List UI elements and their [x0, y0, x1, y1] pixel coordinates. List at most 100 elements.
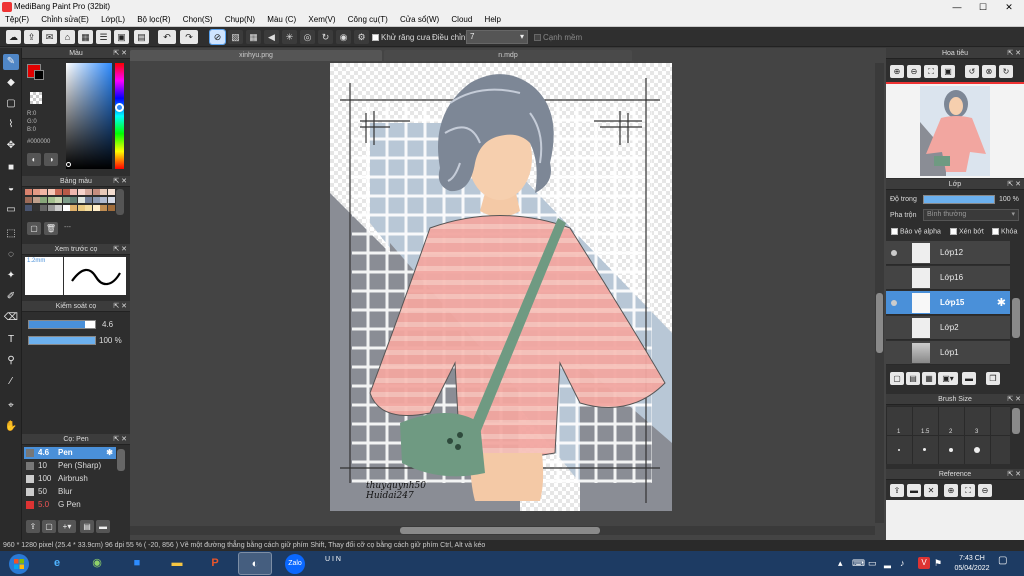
zoom-app-icon[interactable]: ■	[122, 552, 152, 575]
palette-swatch[interactable]	[107, 189, 115, 195]
operation-tool-icon[interactable]: ⁄	[3, 374, 19, 390]
drawing-canvas[interactable]: thuyquynh50 Huidai247	[330, 63, 672, 511]
layer-item-lop1[interactable]: Lớp1	[886, 341, 1010, 365]
panel-close-icon[interactable]: ⇱ ✕	[1007, 394, 1021, 405]
palette-swatch[interactable]	[70, 189, 77, 195]
zalo-icon[interactable]: Zalo	[280, 552, 310, 575]
clipping-checkbox[interactable]: Xén bớt	[950, 228, 984, 235]
blend-mode-select[interactable]: Bình thường ▾	[923, 209, 1019, 221]
palette-swatch[interactable]	[32, 205, 40, 211]
brush-size-dot[interactable]	[974, 447, 980, 453]
layer-item-lop15[interactable]: Lớp15 ✱	[886, 291, 1010, 315]
network-icon[interactable]: ▂	[884, 558, 891, 569]
transparent-color-icon[interactable]	[30, 92, 42, 104]
menu-help[interactable]: Help	[480, 14, 506, 25]
palette-swatch[interactable]	[55, 205, 62, 211]
palette-swatch[interactable]	[32, 189, 40, 195]
antialias-checkbox[interactable]: Khử răng cưa	[372, 33, 430, 42]
curve-snap-icon[interactable]: ↻	[318, 30, 333, 44]
palette-swatch[interactable]	[40, 197, 47, 203]
brush-opacity-slider[interactable]	[28, 336, 96, 345]
palette-swatch[interactable]	[40, 189, 47, 195]
notification-icon[interactable]: ▢	[998, 555, 1007, 566]
palette-swatch[interactable]	[100, 189, 107, 195]
palette-swatch[interactable]	[47, 189, 55, 195]
comment-icon[interactable]: ✉	[42, 30, 57, 44]
rotate-left-icon[interactable]: ↺	[965, 65, 979, 78]
lock-checkbox[interactable]: Khóa	[992, 228, 1017, 235]
radial-snap-icon[interactable]: ✳	[282, 30, 297, 44]
snap-off-icon[interactable]: ⊘	[209, 29, 226, 45]
internet-explorer-icon[interactable]: e	[42, 552, 72, 575]
brush-upload-icon[interactable]: ⇪	[26, 520, 40, 533]
vanish-snap-icon[interactable]: ◀	[264, 30, 279, 44]
layer-list-scrollbar[interactable]	[1012, 298, 1020, 338]
tab-xinhyu[interactable]: xinhyu.png	[130, 50, 382, 61]
start-button[interactable]	[4, 552, 34, 575]
grid-snap-icon[interactable]: ▦	[246, 30, 261, 44]
tray-overflow-icon[interactable]: ▴	[838, 558, 843, 569]
soft-edge-checkbox[interactable]: Cạnh mềm	[534, 33, 582, 42]
brush-item-pen-sharp[interactable]: 10 Pen (Sharp)	[24, 460, 116, 472]
hue-handle[interactable]	[115, 103, 124, 112]
select-pen-icon[interactable]: ✐	[3, 289, 19, 305]
zoom-in-icon[interactable]: ⊕	[890, 65, 904, 78]
cloud-icon[interactable]: ☁	[6, 30, 21, 44]
gear-icon[interactable]: ✱	[106, 447, 113, 459]
palette-swatch[interactable]	[62, 197, 70, 203]
upload-icon[interactable]: ⇪	[24, 30, 39, 44]
palette-swatch[interactable]	[92, 189, 100, 195]
palette-swatch[interactable]	[55, 189, 62, 195]
add-layer-menu-icon[interactable]: ▣▾	[938, 372, 958, 385]
delete-palette-icon[interactable]: 🗑	[44, 222, 58, 235]
palette-swatch[interactable]	[47, 205, 55, 211]
palette-scrollbar[interactable]	[116, 189, 124, 215]
reference-zoom-in-icon[interactable]: ⊕	[944, 484, 958, 497]
palette-swatch[interactable]	[25, 205, 32, 211]
palette-swatch[interactable]	[85, 205, 92, 211]
palette-swatch[interactable]	[77, 205, 85, 211]
menu-color[interactable]: Màu (C)	[262, 14, 301, 25]
lasso-tool-icon[interactable]: ◌	[3, 247, 19, 263]
divide-tool-icon[interactable]: ⚲	[3, 353, 19, 369]
clock[interactable]: 7:43 CH 05/04/2022	[952, 554, 992, 574]
dot-tool-icon[interactable]: ⌇	[3, 117, 19, 133]
palette-swatch[interactable]	[62, 189, 70, 195]
panel-close-icon[interactable]: ⇱ ✕	[113, 48, 127, 59]
brush-list-scrollbar[interactable]	[117, 449, 125, 471]
new-halftone-layer-icon[interactable]: ▤	[906, 372, 920, 385]
panel-close-icon[interactable]: ⇱ ✕	[1007, 179, 1021, 190]
adjust-select[interactable]: 7 ▾	[466, 30, 528, 44]
redo-icon[interactable]: ↷	[180, 30, 198, 44]
hue-slider[interactable]	[115, 63, 124, 169]
grid-icon[interactable]: ▦	[78, 30, 93, 44]
brush-tool-icon[interactable]: ✎	[3, 54, 19, 70]
brush-size-dot[interactable]	[923, 448, 926, 451]
maximize-button[interactable]: ☐	[970, 0, 996, 14]
menu-view[interactable]: Xem(V)	[303, 14, 340, 25]
visibility-eye-icon[interactable]	[891, 250, 897, 256]
menu-layer[interactable]: Lớp(L)	[96, 14, 130, 25]
palette-swatch[interactable]	[70, 197, 77, 203]
layer-item-lop16[interactable]: Lớp16	[886, 266, 1010, 290]
actual-size-icon[interactable]: ▣	[941, 65, 955, 78]
brush-item-pen[interactable]: 4.6 Pen ✱	[24, 447, 116, 459]
eraser-tool-icon[interactable]: ◆	[3, 75, 19, 91]
palette-swatch[interactable]	[92, 197, 100, 203]
fit-icon[interactable]: ⛶	[924, 65, 938, 78]
palette-swatch[interactable]	[47, 197, 55, 203]
brush-item-blur[interactable]: 50 Blur	[24, 486, 116, 498]
menu-snap[interactable]: Chụp(N)	[220, 14, 260, 25]
new-layer-icon[interactable]: ▢	[890, 372, 904, 385]
share-icon[interactable]: ⌂	[60, 30, 75, 44]
reference-close-icon[interactable]: ✕	[924, 484, 938, 497]
brush-item-airbrush[interactable]: 100 Airbrush	[24, 473, 116, 485]
parallel-snap-icon[interactable]: ▧	[228, 30, 243, 44]
visibility-eye-icon[interactable]	[891, 300, 897, 306]
color-wheel-icon[interactable]: ◐	[27, 153, 41, 166]
palette-swatch[interactable]	[32, 197, 40, 203]
visibility-eye-icon[interactable]	[891, 275, 897, 281]
text-tool-icon[interactable]: T	[3, 332, 19, 348]
panel-close-icon[interactable]: ⇱ ✕	[1007, 48, 1021, 59]
move-tool-icon[interactable]: ✥	[3, 138, 19, 154]
